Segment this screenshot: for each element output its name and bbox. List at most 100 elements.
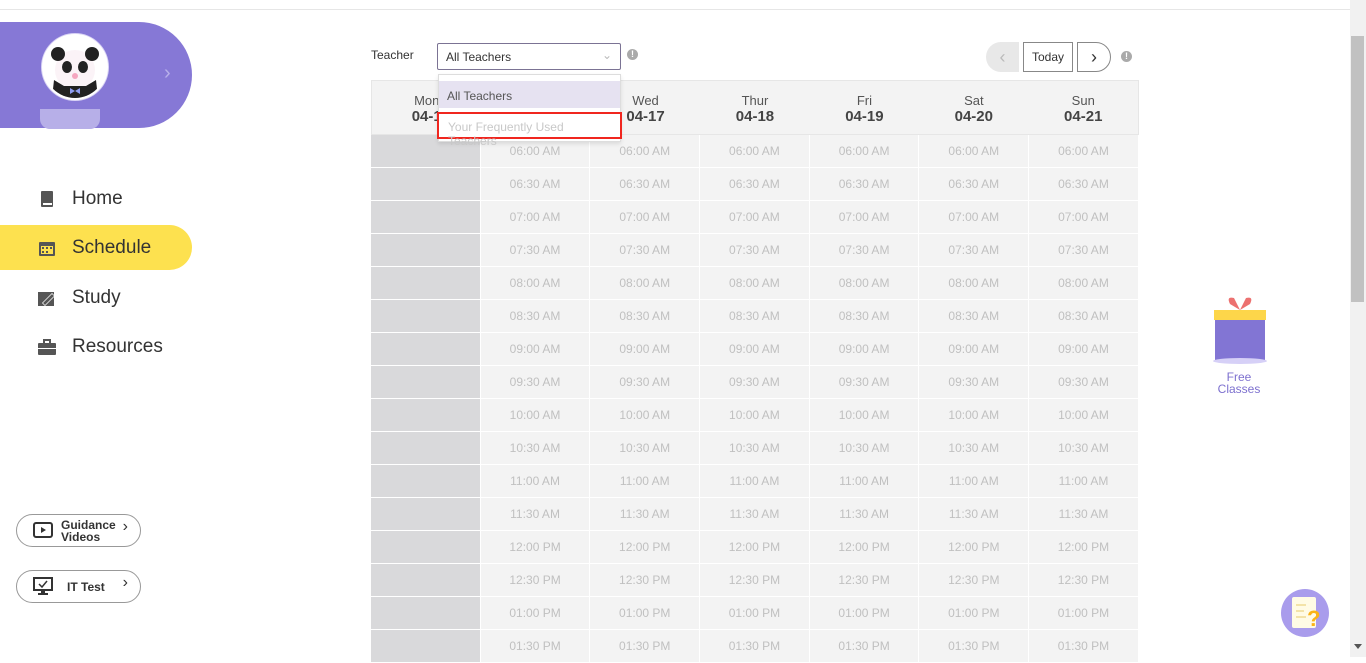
option-all-teachers[interactable]: All Teachers xyxy=(439,81,620,108)
time-slot[interactable]: 09:30 AM xyxy=(1029,366,1139,399)
time-slot[interactable]: 10:30 AM xyxy=(809,432,920,465)
next-week-button[interactable]: › xyxy=(1077,42,1111,72)
time-slot[interactable]: 08:00 AM xyxy=(480,267,591,300)
time-slot[interactable]: 07:00 AM xyxy=(590,201,701,234)
time-slot[interactable]: 12:30 PM xyxy=(809,564,920,597)
time-slot[interactable]: 08:00 AM xyxy=(919,267,1030,300)
time-slot[interactable]: 09:30 AM xyxy=(480,366,591,399)
time-slot[interactable]: 07:30 AM xyxy=(1029,234,1139,267)
time-slot[interactable]: 08:30 AM xyxy=(809,300,920,333)
time-slot[interactable]: 07:00 AM xyxy=(1029,201,1139,234)
time-slot[interactable]: 09:30 AM xyxy=(700,366,810,399)
time-slot[interactable]: 01:30 PM xyxy=(590,630,701,663)
time-slot[interactable]: 06:30 AM xyxy=(809,168,920,201)
time-slot[interactable]: 01:30 PM xyxy=(480,630,591,663)
time-slot[interactable]: 09:30 AM xyxy=(919,366,1030,399)
time-slot[interactable]: 09:00 AM xyxy=(700,333,810,366)
time-slot[interactable]: 09:00 AM xyxy=(480,333,591,366)
time-slot[interactable]: 01:30 PM xyxy=(919,630,1030,663)
time-slot[interactable]: 11:00 AM xyxy=(1029,465,1139,498)
sidebar-item-study[interactable]: Study xyxy=(0,275,192,320)
time-slot[interactable]: 11:00 AM xyxy=(480,465,591,498)
info-icon[interactable]: ! xyxy=(1121,51,1132,62)
time-slot[interactable]: 01:30 PM xyxy=(700,630,810,663)
time-slot[interactable]: 06:00 AM xyxy=(700,135,810,168)
time-slot[interactable]: 11:30 AM xyxy=(480,498,591,531)
time-slot[interactable]: 01:00 PM xyxy=(919,597,1030,630)
time-slot[interactable]: 11:00 AM xyxy=(919,465,1030,498)
time-slot[interactable]: 08:30 AM xyxy=(590,300,701,333)
option-frequently-used-teachers[interactable]: Your Frequently Used Teachers xyxy=(437,112,622,148)
today-button[interactable]: Today xyxy=(1023,42,1073,72)
time-slot[interactable]: 07:30 AM xyxy=(919,234,1030,267)
time-slot[interactable]: 09:30 AM xyxy=(809,366,920,399)
time-slot[interactable]: 08:00 AM xyxy=(700,267,810,300)
time-slot[interactable]: 01:00 PM xyxy=(590,597,701,630)
vertical-scrollbar[interactable] xyxy=(1350,0,1366,657)
time-slot[interactable]: 12:30 PM xyxy=(1029,564,1139,597)
help-faq-button[interactable]: ? xyxy=(1281,589,1329,637)
time-slot[interactable]: 06:30 AM xyxy=(919,168,1030,201)
prev-week-button[interactable]: ‹ xyxy=(986,42,1019,72)
time-slot[interactable]: 01:00 PM xyxy=(1029,597,1139,630)
time-slot[interactable]: 01:30 PM xyxy=(809,630,920,663)
time-slot[interactable]: 06:00 AM xyxy=(1029,135,1139,168)
time-slot[interactable]: 09:00 AM xyxy=(809,333,920,366)
time-slot[interactable]: 07:30 AM xyxy=(809,234,920,267)
time-slot[interactable]: 08:00 AM xyxy=(809,267,920,300)
time-slot[interactable]: 08:00 AM xyxy=(590,267,701,300)
info-icon[interactable]: ! xyxy=(627,49,638,60)
scroll-down-arrow[interactable] xyxy=(1354,644,1362,653)
time-slot[interactable]: 01:00 PM xyxy=(700,597,810,630)
time-slot[interactable]: 10:30 AM xyxy=(1029,432,1139,465)
time-slot[interactable]: 11:00 AM xyxy=(590,465,701,498)
sidebar-item-schedule[interactable]: Schedule xyxy=(0,225,192,270)
time-slot[interactable]: 09:00 AM xyxy=(1029,333,1139,366)
time-slot[interactable]: 10:00 AM xyxy=(590,399,701,432)
time-slot[interactable]: 06:00 AM xyxy=(809,135,920,168)
time-slot[interactable]: 08:30 AM xyxy=(700,300,810,333)
time-slot[interactable]: 06:30 AM xyxy=(700,168,810,201)
time-slot[interactable]: 12:00 PM xyxy=(1029,531,1139,564)
time-slot[interactable]: 10:30 AM xyxy=(480,432,591,465)
time-slot[interactable]: 06:00 AM xyxy=(919,135,1030,168)
time-slot[interactable]: 12:30 PM xyxy=(919,564,1030,597)
time-slot[interactable]: 12:00 PM xyxy=(480,531,591,564)
time-slot[interactable]: 10:00 AM xyxy=(919,399,1030,432)
time-slot[interactable]: 11:30 AM xyxy=(700,498,810,531)
time-slot[interactable]: 08:30 AM xyxy=(1029,300,1139,333)
time-slot[interactable]: 08:30 AM xyxy=(480,300,591,333)
time-slot[interactable]: 10:00 AM xyxy=(700,399,810,432)
sidebar-item-resources[interactable]: Resources xyxy=(0,324,192,369)
time-slot[interactable]: 09:30 AM xyxy=(590,366,701,399)
time-slot[interactable]: 07:00 AM xyxy=(919,201,1030,234)
time-slot[interactable]: 12:30 PM xyxy=(590,564,701,597)
time-slot[interactable]: 12:30 PM xyxy=(480,564,591,597)
time-slot[interactable]: 06:30 AM xyxy=(590,168,701,201)
time-slot[interactable]: 09:00 AM xyxy=(919,333,1030,366)
time-slot[interactable]: 08:00 AM xyxy=(1029,267,1139,300)
time-slot[interactable]: 10:30 AM xyxy=(919,432,1030,465)
time-slot[interactable]: 11:00 AM xyxy=(700,465,810,498)
time-slot[interactable]: 11:30 AM xyxy=(590,498,701,531)
time-slot[interactable]: 10:00 AM xyxy=(809,399,920,432)
time-slot[interactable]: 07:00 AM xyxy=(480,201,591,234)
time-slot[interactable]: 12:00 PM xyxy=(809,531,920,564)
time-slot[interactable]: 07:30 AM xyxy=(480,234,591,267)
scrollbar-thumb[interactable] xyxy=(1351,36,1364,302)
time-slot[interactable]: 08:30 AM xyxy=(919,300,1030,333)
free-classes-link[interactable]: Free Classes xyxy=(1205,371,1273,395)
time-slot[interactable]: 01:00 PM xyxy=(809,597,920,630)
time-slot[interactable]: 11:30 AM xyxy=(809,498,920,531)
time-slot[interactable]: 10:30 AM xyxy=(590,432,701,465)
time-slot[interactable]: 09:00 AM xyxy=(590,333,701,366)
gift-icon[interactable] xyxy=(1212,296,1268,366)
time-slot[interactable]: 12:00 PM xyxy=(919,531,1030,564)
time-slot[interactable]: 07:30 AM xyxy=(700,234,810,267)
time-slot[interactable]: 06:30 AM xyxy=(480,168,591,201)
time-slot[interactable]: 11:30 AM xyxy=(919,498,1030,531)
time-slot[interactable]: 07:30 AM xyxy=(590,234,701,267)
profile-card[interactable]: › xyxy=(0,22,192,129)
time-slot[interactable]: 01:00 PM xyxy=(480,597,591,630)
chevron-right-icon[interactable]: › xyxy=(164,62,171,85)
